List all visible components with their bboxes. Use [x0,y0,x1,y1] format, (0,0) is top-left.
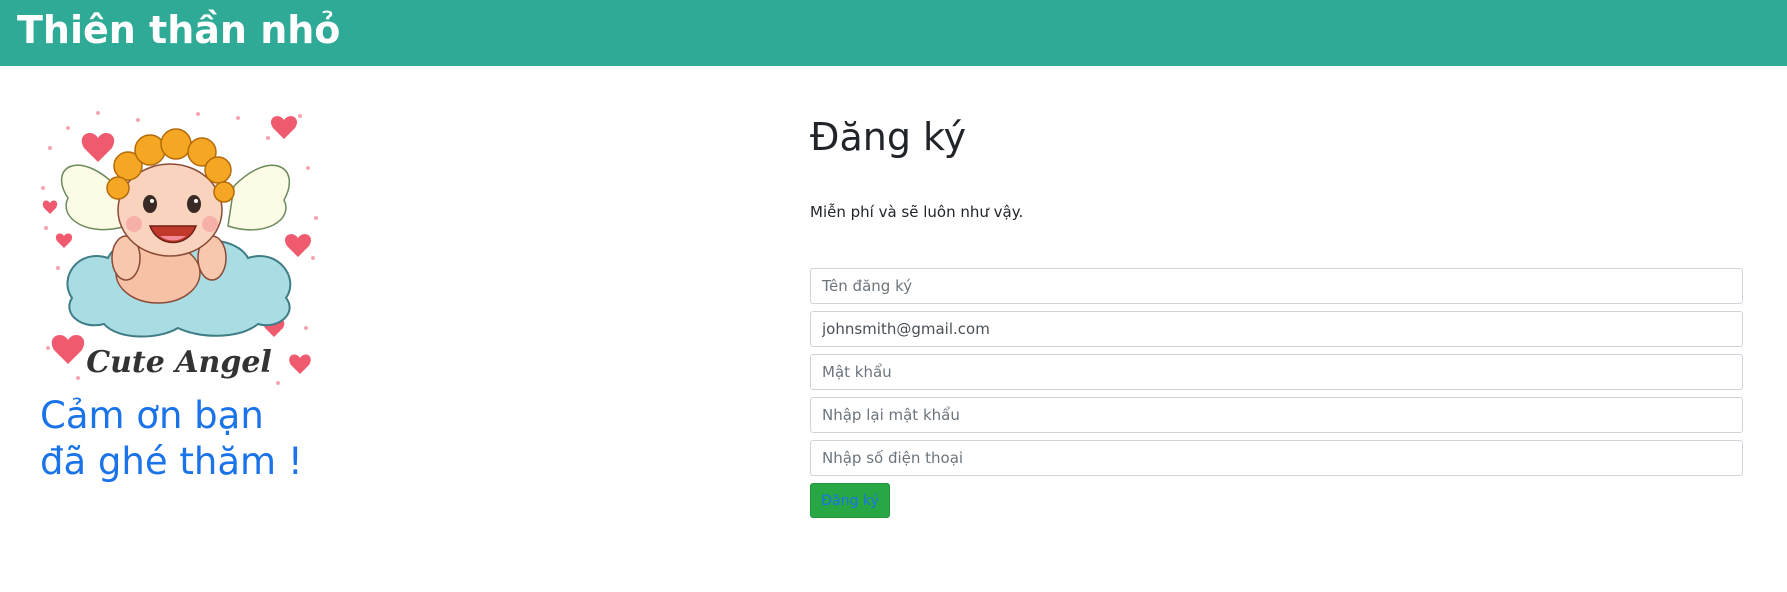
register-subtitle: Miễn phí và sẽ luôn như vậy. [810,203,1024,221]
register-button[interactable]: Đăng ký [810,483,890,518]
password-confirm-input[interactable] [810,397,1743,433]
angel-caption: Cute Angel [86,345,272,380]
email-input[interactable] [810,311,1743,347]
password-input[interactable] [810,354,1743,390]
thanks-line-2: đã ghé thăm ! [40,440,303,483]
site-title: Thiên thần nhỏ [17,8,341,52]
username-input[interactable] [810,268,1743,304]
top-bar: Thiên thần nhỏ [0,0,1787,66]
angel-illustration: Cute Angel [41,111,318,385]
phone-input[interactable] [810,440,1743,476]
thanks-message: Cảm ơn bạn đã ghé thăm ! [40,393,303,485]
thanks-line-1: Cảm ơn bạn [40,394,264,437]
register-title: Đăng ký [810,115,967,159]
